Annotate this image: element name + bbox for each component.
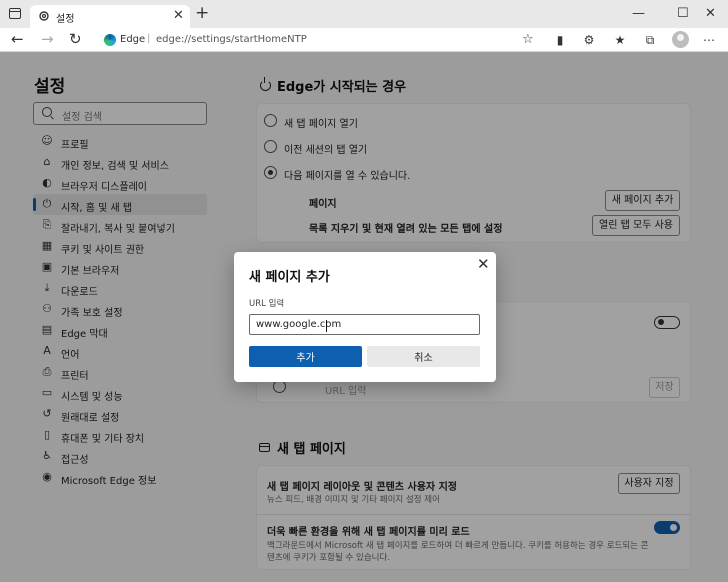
favorite-star-icon[interactable]: ☆ bbox=[522, 32, 534, 47]
close-icon[interactable]: ✕ bbox=[477, 255, 490, 273]
minimize-icon[interactable]: — bbox=[632, 6, 645, 21]
more-menu-icon[interactable]: ⋯ bbox=[702, 33, 716, 47]
extensions-icon[interactable]: ⚙ bbox=[582, 33, 596, 47]
url-label: URL 입력 bbox=[249, 299, 285, 309]
close-icon[interactable]: ✕ bbox=[173, 8, 184, 23]
gear-icon bbox=[39, 11, 49, 21]
tab-settings[interactable]: 설정 ✕ bbox=[30, 5, 190, 28]
maximize-icon[interactable]: ☐ bbox=[677, 6, 689, 21]
add-button[interactable]: 추가 bbox=[249, 346, 362, 367]
address-app-label: Edge bbox=[120, 34, 146, 45]
address-bar[interactable]: Edge | edge://settings/startHomeNTP ☆ bbox=[96, 30, 542, 50]
forward-icon[interactable]: → bbox=[41, 31, 54, 47]
new-tab-icon[interactable]: + bbox=[195, 4, 209, 22]
add-page-dialog: 새 페이지 추가 ✕ URL 입력 추가 취소 bbox=[234, 252, 496, 382]
title-bar: 설정 ✕ + — ☐ ✕ bbox=[0, 0, 728, 28]
back-icon[interactable]: ← bbox=[11, 31, 24, 47]
url-input[interactable] bbox=[249, 314, 480, 335]
avatar[interactable] bbox=[672, 31, 689, 48]
favorites-icon[interactable]: ★ bbox=[613, 33, 627, 47]
address-url[interactable]: edge://settings/startHomeNTP bbox=[156, 34, 307, 45]
collections-icon[interactable]: ⧉ bbox=[643, 33, 657, 47]
dialog-title: 새 페이지 추가 bbox=[249, 270, 330, 285]
window-close-icon[interactable]: ✕ bbox=[705, 6, 716, 21]
tab-actions-icon[interactable] bbox=[9, 8, 21, 19]
reading-view-icon[interactable]: ▮ bbox=[553, 33, 567, 47]
edge-logo-icon bbox=[104, 34, 116, 46]
address-divider: | bbox=[147, 33, 151, 44]
cancel-button[interactable]: 취소 bbox=[367, 346, 480, 367]
text-cursor bbox=[326, 320, 327, 332]
tab-title: 설정 bbox=[56, 14, 75, 25]
refresh-icon[interactable]: ↻ bbox=[69, 31, 82, 47]
address-toolbar: ← → ↻ Edge | edge://settings/startHomeNT… bbox=[0, 28, 728, 52]
